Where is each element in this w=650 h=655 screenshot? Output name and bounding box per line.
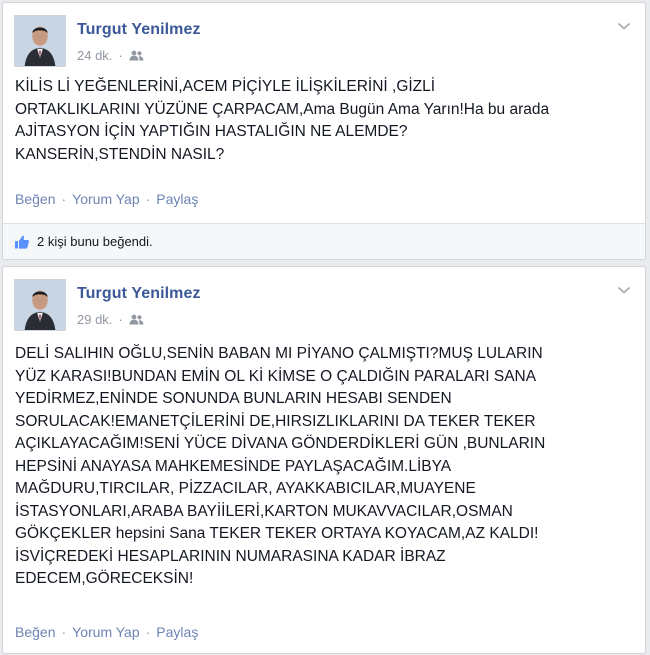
- post-actions: Beğen · Yorum Yap · Paylaş: [15, 191, 198, 207]
- likes-count-text[interactable]: 2 kişi bunu beğendi.: [37, 234, 153, 249]
- action-separator: ·: [145, 191, 151, 207]
- post-timestamp[interactable]: 29 dk.: [77, 312, 112, 327]
- post-text: KİLİS Lİ YEĞENLERİNİ,ACEM PİÇİYLE İLİŞKİ…: [15, 78, 550, 163]
- post-card: Turgut Yenilmez 29 dk. · DELİ SALIHIN OĞ…: [2, 266, 646, 654]
- like-button[interactable]: Beğen: [15, 191, 55, 207]
- avatar-image: [15, 280, 65, 330]
- meta-separator: ·: [118, 48, 123, 63]
- post-meta: 29 dk. ·: [77, 312, 144, 327]
- share-button[interactable]: Paylaş: [156, 624, 198, 640]
- post-actions: Beğen · Yorum Yap · Paylaş: [15, 624, 198, 640]
- likes-summary: 2 kişi bunu beğendi.: [3, 223, 645, 259]
- post-header: Turgut Yenilmez 24 dk. ·: [3, 3, 645, 67]
- meta-separator: ·: [118, 312, 123, 327]
- share-button[interactable]: Paylaş: [156, 191, 198, 207]
- action-separator: ·: [61, 624, 67, 640]
- author-avatar[interactable]: [14, 279, 66, 331]
- thumbs-up-icon: [15, 235, 29, 249]
- action-separator: ·: [61, 191, 67, 207]
- action-separator: ·: [145, 624, 151, 640]
- avatar-image: [15, 16, 65, 66]
- friends-icon[interactable]: [129, 314, 144, 325]
- post-text: DELİ SALIHIN OĞLU,SENİN BABAN MI PİYANO …: [15, 345, 546, 587]
- author-name[interactable]: Turgut Yenilmez: [77, 285, 201, 303]
- post-card: Turgut Yenilmez 24 dk. · KİLİS Lİ YEĞENL…: [2, 2, 646, 260]
- post-timestamp[interactable]: 24 dk.: [77, 48, 112, 63]
- post-header: Turgut Yenilmez 29 dk. ·: [3, 267, 645, 331]
- friends-icon[interactable]: [129, 50, 144, 61]
- comment-button[interactable]: Yorum Yap: [72, 624, 139, 640]
- chevron-down-icon[interactable]: [617, 285, 631, 295]
- author-avatar[interactable]: [14, 15, 66, 67]
- chevron-down-icon[interactable]: [617, 21, 631, 31]
- post-meta: 24 dk. ·: [77, 48, 144, 63]
- like-button[interactable]: Beğen: [15, 624, 55, 640]
- comment-button[interactable]: Yorum Yap: [72, 191, 139, 207]
- author-name[interactable]: Turgut Yenilmez: [77, 21, 201, 39]
